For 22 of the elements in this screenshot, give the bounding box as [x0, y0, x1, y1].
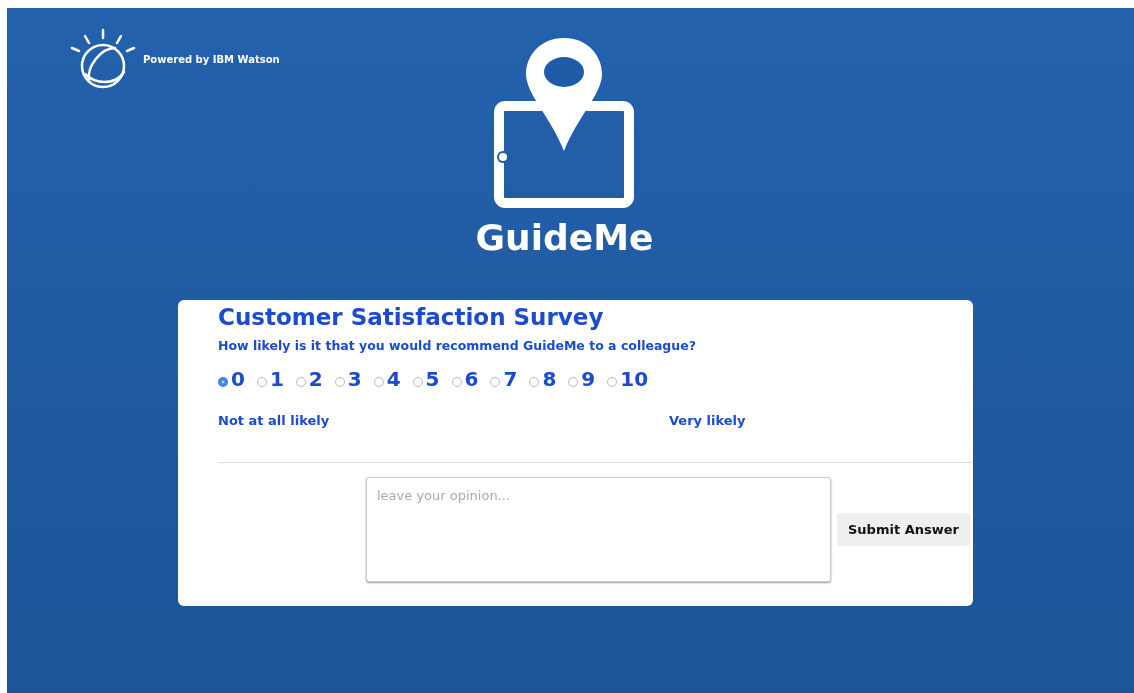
app-name: GuideMe	[475, 216, 654, 260]
rating-option[interactable]: 5	[412, 367, 440, 391]
opinion-field[interactable]: leave your opinion...	[366, 477, 831, 582]
rating-option[interactable]: 8	[529, 367, 557, 391]
powered-by-label: Powered by IBM Watson	[143, 53, 280, 65]
submit-button[interactable]: Submit Answer	[837, 513, 970, 546]
tablet-location-pin-icon	[494, 36, 635, 208]
radio-button[interactable]	[218, 377, 228, 387]
survey-question: How likely is it that you would recommend GuideMe to a colleague?	[218, 338, 697, 353]
rating-option[interactable]: 2	[295, 367, 323, 391]
watson-logo-icon	[69, 28, 137, 90]
survey-title: Customer Satisfaction Survey	[218, 303, 605, 332]
rating-option[interactable]: 9	[568, 367, 596, 391]
rating-option[interactable]: 3	[334, 367, 362, 391]
rating-option[interactable]: 0	[218, 367, 245, 391]
high-scale-label: Very likely	[669, 413, 746, 428]
rating-option[interactable]: 1	[256, 367, 284, 391]
rating-option[interactable]: 7	[490, 367, 518, 391]
rating-option[interactable]: 10	[607, 367, 649, 391]
low-scale-label: Not at all likely	[218, 413, 331, 428]
rating-option[interactable]: 4	[373, 367, 401, 391]
rating-option[interactable]: 6	[451, 367, 479, 391]
